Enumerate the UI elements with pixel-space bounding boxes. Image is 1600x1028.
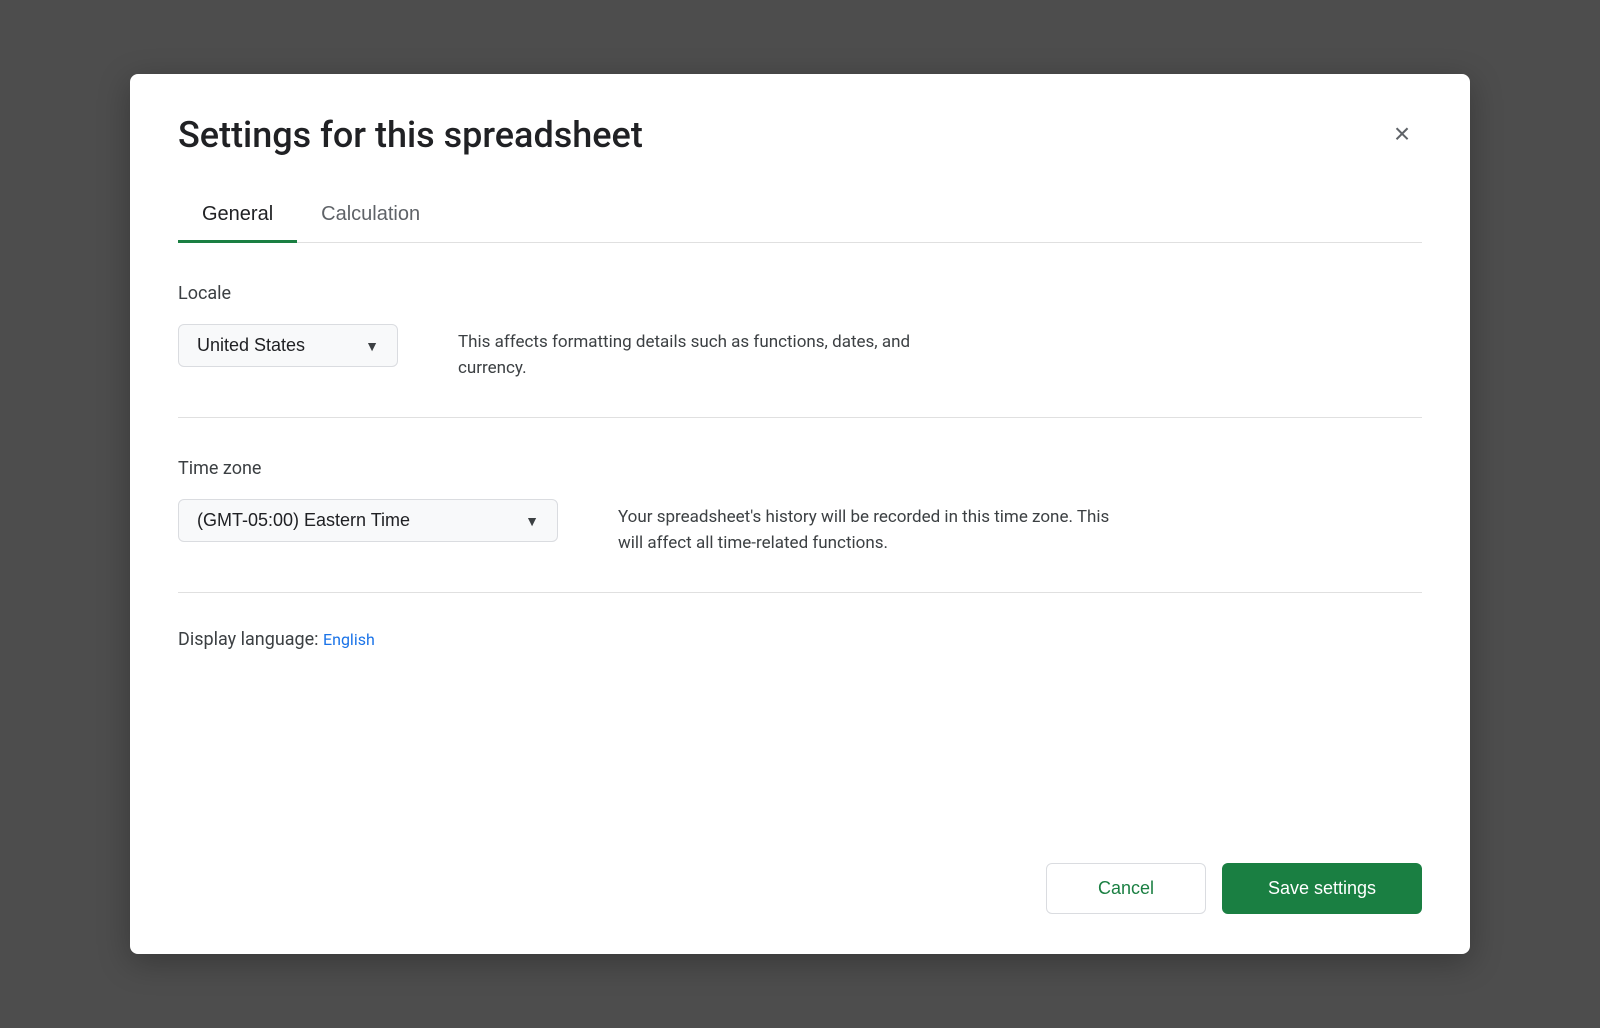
settings-dialog: Settings for this spreadsheet × General …	[130, 74, 1470, 954]
display-language-label: Display language:	[178, 629, 323, 650]
locale-label: Locale	[178, 283, 1422, 304]
save-settings-button[interactable]: Save settings	[1222, 863, 1422, 914]
dialog-header: Settings for this spreadsheet ×	[178, 114, 1422, 157]
dialog-title: Settings for this spreadsheet	[178, 114, 643, 157]
locale-section: Locale United States ▼ This affects form…	[178, 243, 1422, 418]
locale-row: United States ▼ This affects formatting …	[178, 324, 1422, 381]
locale-dropdown-value: United States	[197, 335, 305, 356]
tabs-container: General Calculation	[178, 189, 1422, 243]
locale-dropdown[interactable]: United States ▼	[178, 324, 398, 367]
display-language-link[interactable]: English	[323, 630, 375, 649]
timezone-row: (GMT-05:00) Eastern Time ▼ Your spreadsh…	[178, 499, 1422, 556]
tab-general[interactable]: General	[178, 189, 297, 243]
tab-calculation[interactable]: Calculation	[297, 189, 444, 243]
locale-dropdown-arrow: ▼	[365, 338, 379, 354]
timezone-description: Your spreadsheet's history will be recor…	[618, 499, 1138, 556]
timezone-dropdown[interactable]: (GMT-05:00) Eastern Time ▼	[178, 499, 558, 542]
timezone-dropdown-value: (GMT-05:00) Eastern Time	[197, 510, 410, 531]
locale-description: This affects formatting details such as …	[458, 324, 978, 381]
timezone-section: Time zone (GMT-05:00) Eastern Time ▼ You…	[178, 418, 1422, 593]
timezone-dropdown-arrow: ▼	[525, 513, 539, 529]
display-language-section: Display language: English	[178, 593, 1422, 670]
dialog-footer: Cancel Save settings	[178, 831, 1422, 914]
close-button[interactable]: ×	[1382, 114, 1422, 154]
timezone-label: Time zone	[178, 458, 1422, 479]
cancel-button[interactable]: Cancel	[1046, 863, 1206, 914]
tab-content-general: Locale United States ▼ This affects form…	[178, 243, 1422, 831]
